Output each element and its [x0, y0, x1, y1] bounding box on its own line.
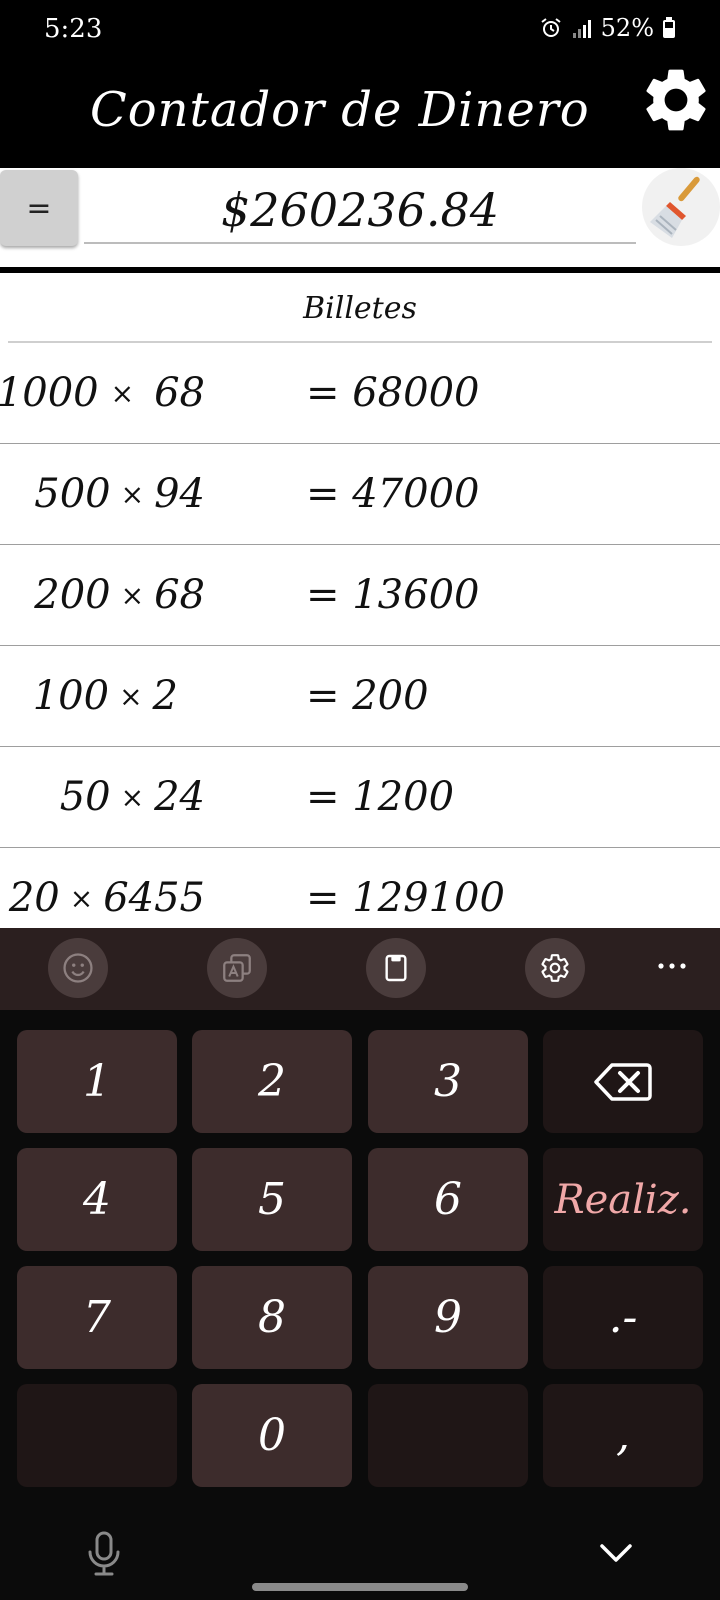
- key-5[interactable]: 5: [192, 1148, 352, 1251]
- times-sign: ×: [110, 376, 135, 410]
- key-1[interactable]: 1: [17, 1030, 177, 1133]
- more-options-button[interactable]: [652, 946, 692, 986]
- bill-denomination: 500: [34, 471, 111, 517]
- navigation-handle[interactable]: [252, 1583, 468, 1591]
- hide-keyboard-button[interactable]: [596, 1538, 636, 1568]
- translate-button[interactable]: [207, 938, 267, 998]
- key-comma[interactable]: ,: [543, 1384, 703, 1487]
- bill-subtotal: = 47000: [306, 471, 480, 517]
- status-bar: 5:23 52%: [0, 0, 720, 60]
- key-7[interactable]: 7: [17, 1266, 177, 1369]
- clipboard-icon: [385, 954, 407, 982]
- battery-percent: 52%: [600, 14, 654, 42]
- clear-button[interactable]: [642, 168, 720, 246]
- key-6[interactable]: 6: [368, 1148, 528, 1251]
- bill-row[interactable]: 500 × 94 = 47000: [0, 444, 720, 545]
- equals-button[interactable]: =: [0, 170, 78, 246]
- bill-subtotal: = 129100: [306, 875, 505, 921]
- key-2[interactable]: 2: [192, 1030, 352, 1133]
- bill-count[interactable]: 68: [154, 370, 205, 416]
- bill-count[interactable]: 2: [153, 673, 178, 719]
- bill-count[interactable]: 94: [154, 471, 205, 517]
- times-sign: ×: [69, 881, 94, 915]
- bill-denomination: 50: [59, 774, 111, 820]
- times-sign: ×: [120, 780, 145, 814]
- gear-icon: [541, 954, 569, 982]
- bill-quantity-cell[interactable]: 20 × 6455: [9, 848, 205, 928]
- backspace-button[interactable]: [543, 1030, 703, 1133]
- bill-subtotal: = 200: [306, 673, 429, 719]
- key-dot-dash[interactable]: .-: [543, 1266, 703, 1369]
- translate-icon: [223, 954, 251, 982]
- key-empty-left: [17, 1384, 177, 1487]
- bill-count[interactable]: 24: [154, 774, 205, 820]
- keyboard-toolbar: [0, 928, 720, 1010]
- status-icons: 52%: [539, 14, 676, 42]
- backspace-icon: [594, 1062, 652, 1101]
- key-4[interactable]: 4: [17, 1148, 177, 1251]
- clipboard-button[interactable]: [366, 938, 426, 998]
- bill-quantity-cell[interactable]: 200 × 68: [34, 545, 205, 645]
- bill-quantity-cell[interactable]: 100 × 2: [33, 646, 178, 746]
- section-title-bills: Billetes: [8, 273, 712, 343]
- broom-icon: [650, 176, 700, 238]
- bill-row[interactable]: 200 × 68 = 13600: [0, 545, 720, 646]
- bill-count[interactable]: 6455: [103, 875, 205, 921]
- emoji-button[interactable]: [48, 938, 108, 998]
- key-9[interactable]: 9: [368, 1266, 528, 1369]
- voice-input-button[interactable]: [84, 1530, 124, 1578]
- emoji-icon: [63, 953, 93, 983]
- bill-row[interactable]: 1000 × 68 = 68000: [0, 343, 720, 444]
- times-sign: ×: [120, 477, 145, 511]
- battery-icon: [662, 17, 676, 39]
- gear-icon: [646, 69, 706, 131]
- microphone-icon: [88, 1531, 120, 1576]
- more-icon: [658, 963, 686, 969]
- bill-subtotal: = 68000: [306, 370, 480, 416]
- bill-row[interactable]: 50 × 24 = 1200: [0, 747, 720, 848]
- bill-count[interactable]: 68: [154, 572, 205, 618]
- bill-row[interactable]: 100 × 2 = 200: [0, 646, 720, 747]
- status-time: 5:23: [44, 14, 103, 44]
- bill-subtotal: = 13600: [306, 572, 480, 618]
- key-3[interactable]: 3: [368, 1030, 528, 1133]
- total-value[interactable]: $260236.84: [84, 174, 636, 244]
- bill-quantity-cell[interactable]: 50 × 24: [60, 747, 205, 847]
- bill-denomination: 100: [32, 673, 110, 719]
- bill-row[interactable]: 20 × 6455 = 129100: [0, 848, 720, 928]
- bill-denomination: 200: [34, 572, 111, 618]
- app-title: Contador de Dinero: [90, 82, 590, 138]
- signal-icon: [571, 17, 593, 39]
- settings-button[interactable]: [638, 62, 714, 138]
- alarm-icon: [539, 16, 563, 40]
- bill-denomination: 20: [8, 875, 60, 921]
- bill-subtotal: = 1200: [306, 774, 455, 820]
- chevron-down-icon: [600, 1544, 632, 1562]
- times-sign: ×: [119, 679, 143, 713]
- bills-list[interactable]: Billetes 1000 × 68 = 68000 500 × 94 = 47…: [0, 273, 720, 928]
- done-button[interactable]: Realiz.: [543, 1148, 703, 1251]
- key-8[interactable]: 8: [192, 1266, 352, 1369]
- key-empty-right: [368, 1384, 528, 1487]
- total-bar: = $260236.84: [0, 168, 720, 270]
- bill-quantity-cell[interactable]: 1000 × 68: [0, 343, 205, 443]
- bill-denomination: 1000: [0, 370, 99, 416]
- app-bar: Contador de Dinero: [0, 60, 720, 168]
- numeric-keyboard: 1 2 3 4 5 6 Realiz. 7 8 9 .- 0 ,: [0, 1010, 720, 1600]
- times-sign: ×: [120, 578, 145, 612]
- bill-quantity-cell[interactable]: 500 × 94: [34, 444, 205, 544]
- key-0[interactable]: 0: [192, 1384, 352, 1487]
- keyboard-settings-button[interactable]: [525, 938, 585, 998]
